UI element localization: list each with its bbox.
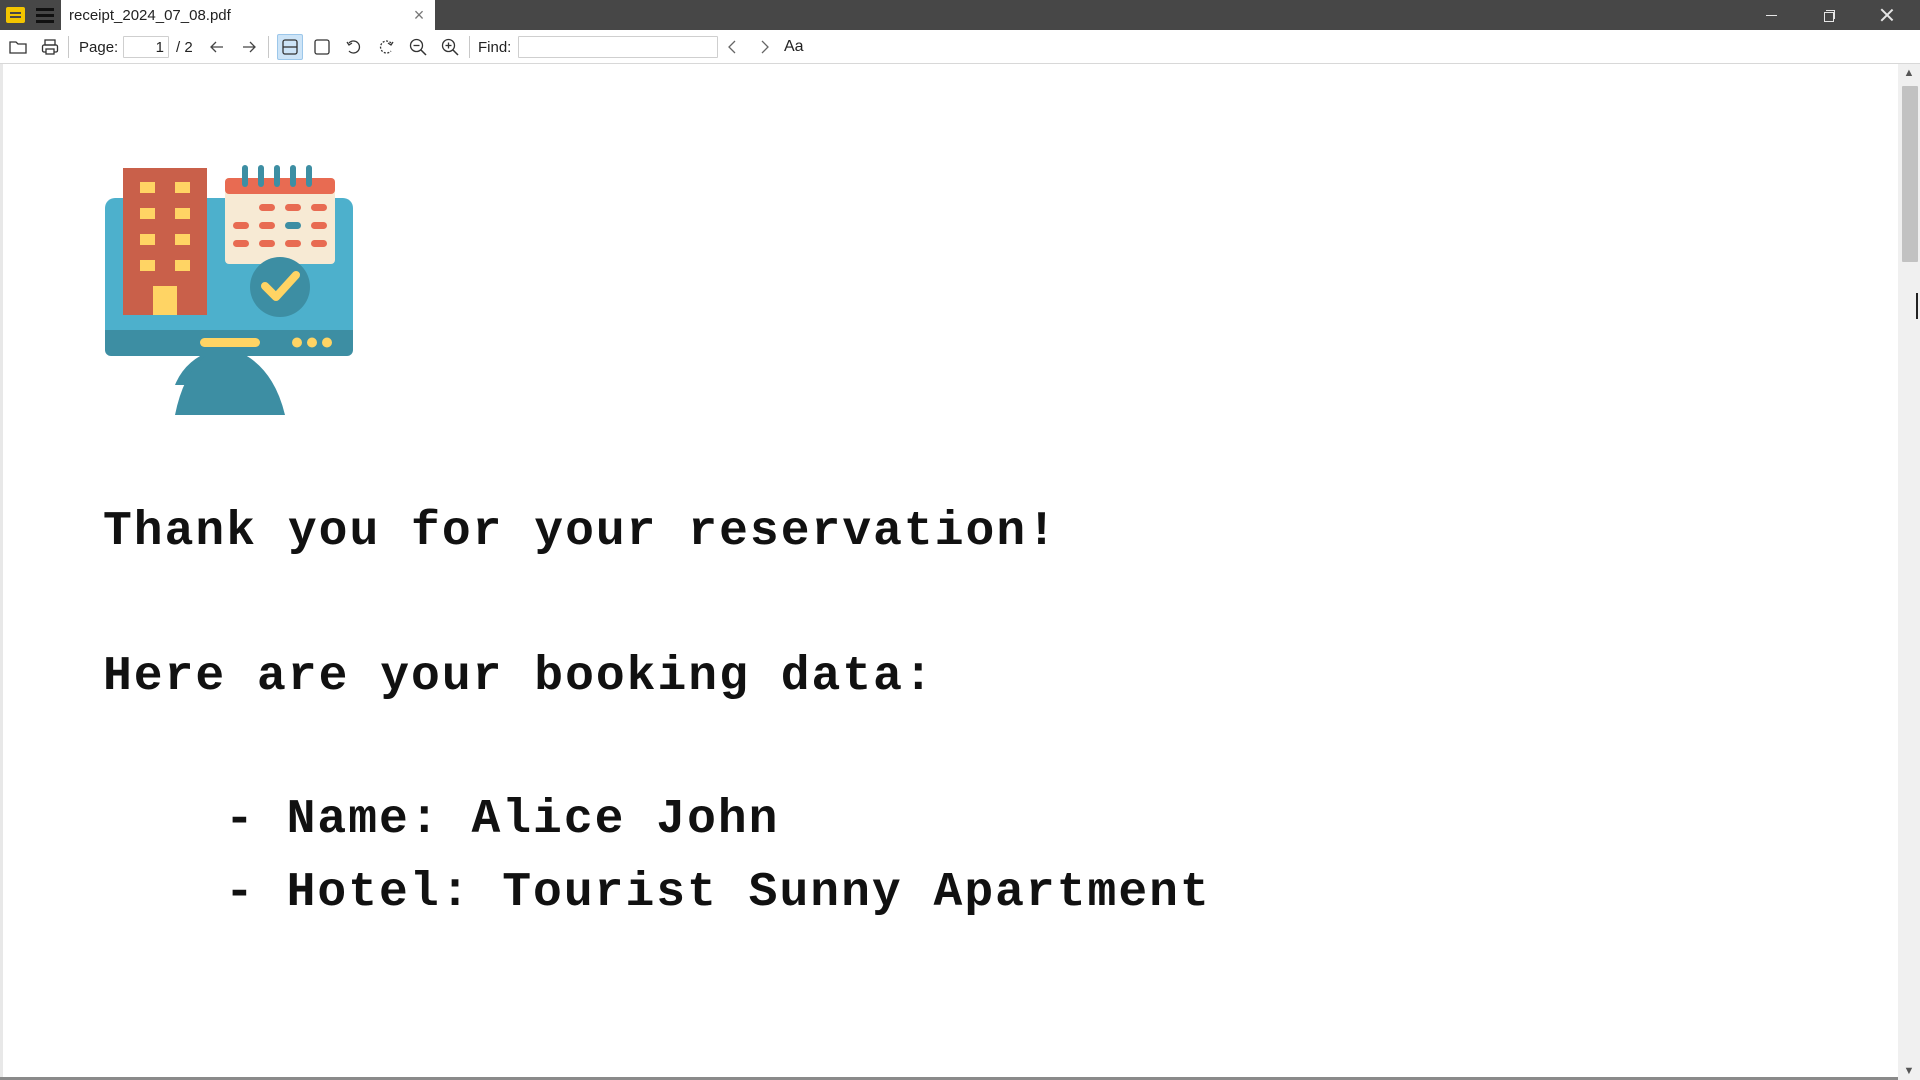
single-page-view-icon: [314, 39, 330, 55]
document-tab[interactable]: receipt_2024_07_08.pdf ×: [61, 0, 435, 30]
open-file-icon: [9, 41, 27, 54]
hamburger-menu-icon[interactable]: [36, 7, 54, 23]
zoom-out-icon: [409, 38, 427, 56]
scrollbar-thumb[interactable]: [1902, 86, 1918, 262]
scroll-down-arrow-icon[interactable]: ▼: [1898, 1062, 1920, 1080]
close-window-button[interactable]: [1858, 0, 1916, 30]
match-case-icon[interactable]: Aa: [784, 38, 804, 56]
page-number-input[interactable]: [123, 36, 169, 58]
rotate-right-icon: [379, 40, 394, 54]
toolbar: Page: / 2: [0, 30, 1920, 64]
app-logo: [6, 7, 25, 23]
restore-button[interactable]: [1800, 0, 1858, 30]
thank-you-text: Thank you for your reservation!: [103, 505, 1058, 559]
previous-page-button[interactable]: [204, 34, 230, 60]
zoom-in-icon: [441, 38, 459, 56]
find-input[interactable]: [518, 36, 718, 58]
booking-intro-text: Here are your booking data:: [103, 650, 935, 704]
zoom-out-button[interactable]: [405, 34, 431, 60]
open-file-button[interactable]: [5, 34, 31, 60]
hotel-booking-icon: [105, 165, 353, 415]
minimize-button[interactable]: [1742, 0, 1800, 30]
print-button[interactable]: [37, 34, 63, 60]
booking-hotel-line: - Hotel: Tourist Sunny Apartment: [225, 866, 1211, 920]
previous-page-icon: [210, 41, 223, 53]
text-cursor-icon: [1916, 293, 1918, 319]
print-icon: [41, 39, 59, 55]
restore-icon: [1823, 9, 1835, 22]
tab-title: receipt_2024_07_08.pdf: [69, 7, 231, 24]
scroll-up-arrow-icon[interactable]: ▲: [1898, 64, 1920, 82]
zoom-in-button[interactable]: [437, 34, 463, 60]
close-icon: [1880, 8, 1894, 22]
page-total: / 2: [176, 39, 193, 56]
vertical-scrollbar[interactable]: ▲ ▼: [1898, 64, 1920, 1080]
next-page-button[interactable]: [236, 34, 262, 60]
find-previous-button[interactable]: [720, 34, 746, 60]
next-page-icon: [243, 41, 256, 53]
rotate-left-icon: [346, 40, 361, 54]
single-page-view-button[interactable]: [309, 34, 335, 60]
title-bar: receipt_2024_07_08.pdf ×: [0, 0, 1920, 30]
rotate-left-button[interactable]: [341, 34, 367, 60]
find-previous-icon: [728, 40, 736, 54]
find-next-icon: [761, 40, 769, 54]
rotate-right-button[interactable]: [373, 34, 399, 60]
minimize-icon: [1765, 14, 1777, 16]
find-label: Find:: [478, 39, 512, 56]
page-label: Page:: [79, 39, 119, 56]
booking-name-line: - Name: Alice John: [225, 793, 780, 847]
close-tab-icon[interactable]: ×: [409, 5, 429, 25]
continuous-view-button[interactable]: [277, 34, 303, 60]
find-next-button[interactable]: [751, 34, 777, 60]
continuous-view-icon: [282, 39, 298, 55]
